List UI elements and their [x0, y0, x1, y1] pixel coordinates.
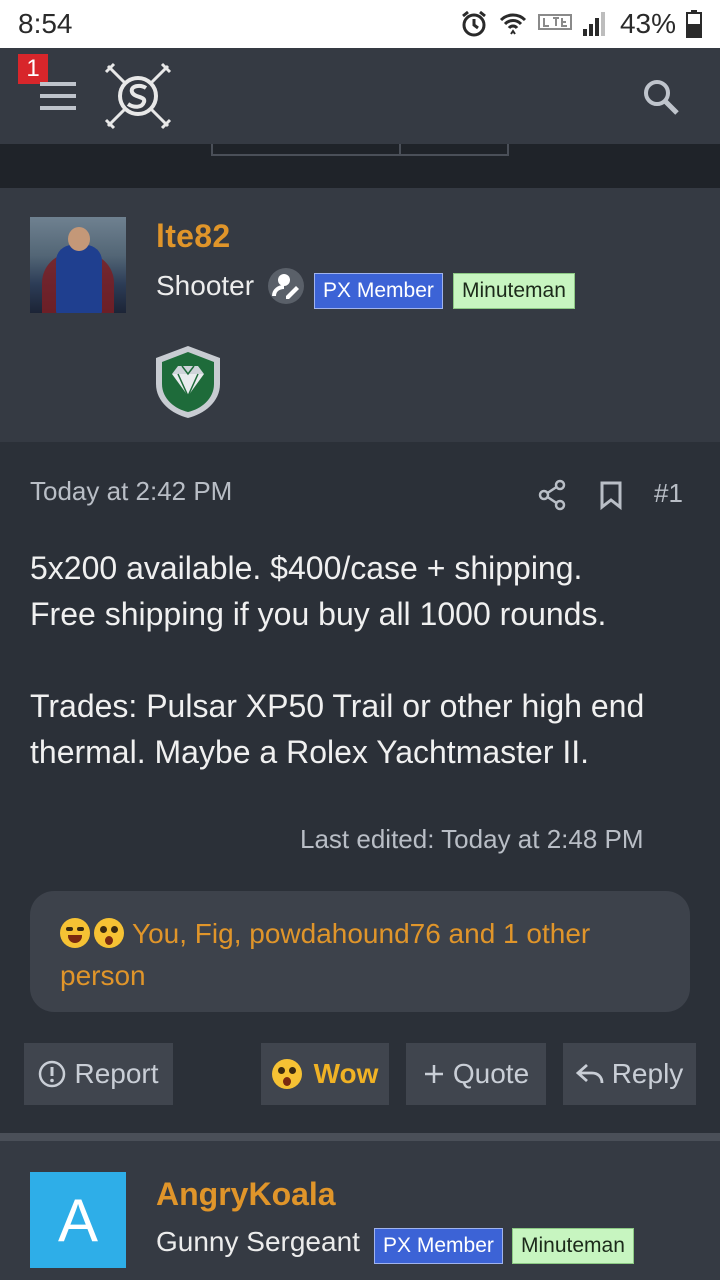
- report-button[interactable]: Report: [24, 1043, 173, 1105]
- wow-reaction-button[interactable]: Wow: [261, 1043, 389, 1105]
- avatar[interactable]: A: [30, 1172, 126, 1268]
- lte-icon: [537, 14, 572, 30]
- reply-label: Reply: [611, 1058, 684, 1089]
- minuteman-badge: Minuteman: [453, 273, 575, 309]
- username[interactable]: AngryKoala: [156, 1176, 336, 1213]
- wow-emoji-icon: [271, 1059, 302, 1089]
- user-title: Shooter: [156, 270, 255, 301]
- notification-badge[interactable]: 1: [18, 54, 48, 84]
- status-icons: 43%: [460, 8, 702, 40]
- px-member-badge: PX Member: [314, 273, 443, 309]
- laughing-emoji-icon: [60, 918, 90, 948]
- search-icon[interactable]: [640, 76, 682, 118]
- status-time: 8:54: [18, 8, 73, 39]
- wow-emoji-icon: [94, 918, 124, 948]
- post-line: 5x200 available. $400/case + shipping.: [30, 550, 583, 586]
- battery-icon: [686, 10, 702, 38]
- last-edited: Last edited: Today at 2:48 PM: [300, 824, 644, 854]
- post-number[interactable]: #1: [654, 478, 683, 509]
- wow-label: Wow: [313, 1058, 379, 1089]
- reply-button[interactable]: Reply: [563, 1043, 696, 1105]
- user-title: Gunny Sergeant: [156, 1226, 360, 1257]
- avatar[interactable]: [30, 217, 126, 313]
- plus-icon: [424, 1065, 443, 1083]
- report-label: Report: [74, 1058, 159, 1089]
- bookmark-icon[interactable]: [598, 478, 624, 512]
- wifi-icon: [499, 13, 527, 35]
- user-edit-icon: [268, 268, 304, 304]
- reply-arrow-icon: [575, 1063, 604, 1084]
- minuteman-badge: Minuteman: [512, 1228, 634, 1264]
- tab-outline: [211, 144, 509, 156]
- alarm-icon: [462, 10, 486, 37]
- post-line: Trades: Pulsar XP50 Trail or other high …: [30, 688, 645, 724]
- site-logo[interactable]: [104, 62, 172, 130]
- reactions-text: You, Fig, powdahound76 and 1 other perso…: [60, 918, 591, 991]
- status-bar: 8:54 43%: [0, 0, 720, 48]
- quote-button[interactable]: Quote: [406, 1043, 546, 1105]
- post-line: thermal. Maybe a Rolex Yachtmaster II.: [30, 734, 590, 770]
- username[interactable]: lte82: [156, 218, 230, 255]
- post-divider: [0, 1133, 720, 1141]
- diamond-shield-icon: [156, 346, 220, 418]
- post-date[interactable]: Today at 2:42 PM: [30, 476, 232, 507]
- px-member-badge: PX Member: [374, 1228, 503, 1264]
- signal-icon: [582, 12, 605, 36]
- menu-icon[interactable]: [40, 82, 76, 110]
- post-line: Free shipping if you buy all 1000 rounds…: [30, 596, 607, 632]
- alert-circle-icon: [39, 1060, 66, 1088]
- post-content: 5x200 available. $400/case + shipping. F…: [30, 545, 700, 775]
- reactions-summary[interactable]: You, Fig, powdahound76 and 1 other perso…: [30, 891, 690, 1012]
- app-header: 1: [0, 48, 720, 144]
- share-icon[interactable]: [538, 478, 566, 512]
- quote-label: Quote: [452, 1058, 530, 1089]
- post-user-panel: [0, 188, 720, 442]
- battery-percentage: 43%: [619, 8, 676, 39]
- tab-strip: [0, 144, 720, 188]
